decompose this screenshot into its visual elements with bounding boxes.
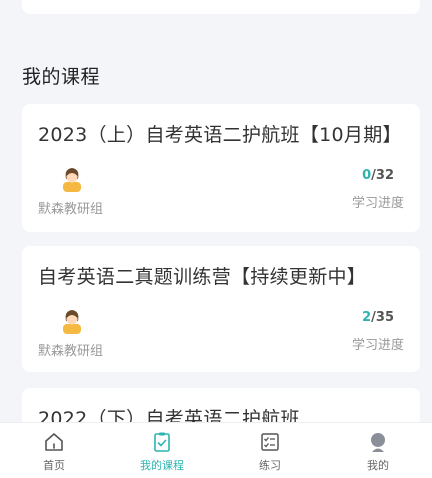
course-title: 2023（上）自考英语二护航班【10月期】	[38, 124, 402, 146]
teacher-avatar-icon	[63, 168, 81, 192]
nav-item-my-courses[interactable]: 我的课程	[108, 423, 216, 478]
teacher-name: 默森教研组	[38, 344, 104, 359]
course-card[interactable]: 自考英语二真题训练营【持续更新中】 默森教研组 2/35 学习进度	[22, 246, 420, 372]
profile-icon	[371, 433, 385, 452]
course-check-icon	[154, 432, 170, 452]
nav-item-home[interactable]: 首页	[0, 423, 108, 478]
teacher-avatar-icon	[63, 310, 81, 334]
checklist-icon	[261, 433, 279, 451]
nav-label: 我的	[367, 459, 389, 472]
bottom-nav: 首页 我的课程 练习 我的	[0, 422, 432, 478]
progress-label: 学习进度	[351, 196, 404, 211]
nav-item-profile[interactable]: 我的	[324, 423, 432, 478]
progress-value: 2/35	[362, 310, 394, 325]
progress-total: /35	[371, 310, 394, 325]
home-icon	[45, 433, 63, 451]
nav-label: 我的课程	[140, 459, 184, 472]
progress-value: 0/32	[362, 168, 394, 183]
progress-done: 0	[362, 168, 372, 183]
nav-label: 首页	[43, 459, 65, 472]
course-card[interactable]: 2023（上）自考英语二护航班【10月期】 默森教研组 0/32 学习进度	[22, 104, 420, 232]
progress-label: 学习进度	[351, 338, 404, 353]
previous-card	[22, 0, 420, 14]
teacher-name: 默森教研组	[38, 202, 104, 217]
progress-total: /32	[371, 168, 394, 183]
nav-item-practice[interactable]: 练习	[216, 423, 324, 478]
course-title: 自考英语二真题训练营【持续更新中】	[38, 266, 367, 288]
section-title: 我的课程	[22, 66, 101, 88]
nav-label: 练习	[259, 459, 281, 472]
progress-done: 2	[362, 310, 372, 325]
